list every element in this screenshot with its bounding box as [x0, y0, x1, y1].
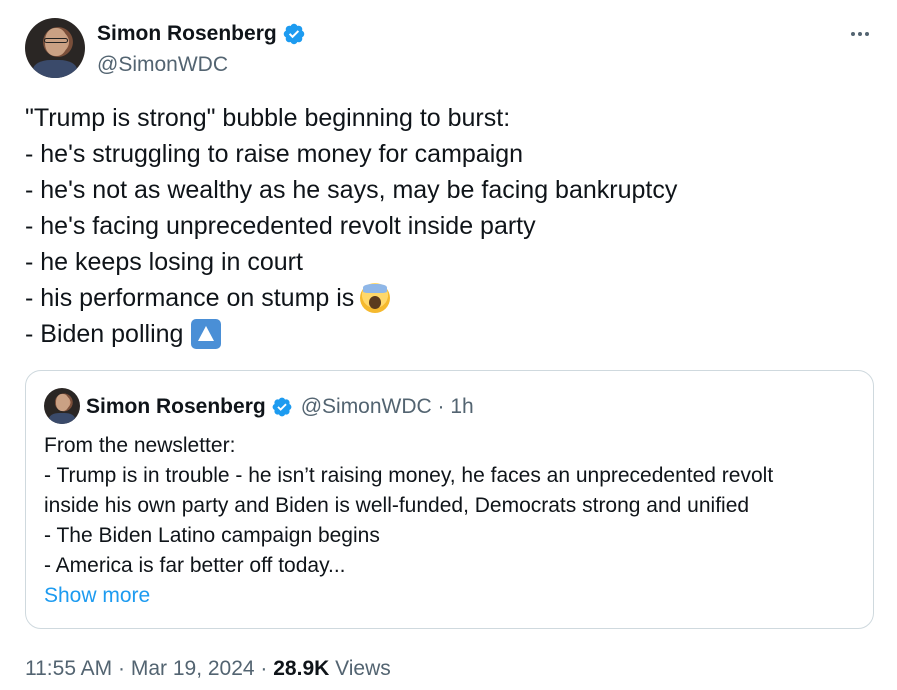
- quoted-tweet-line: inside his own party and Biden is well-f…: [44, 494, 750, 517]
- quoted-author-avatar[interactable]: [44, 388, 80, 424]
- timestamp-link[interactable]: 11:55 AM · Mar 19, 2024: [25, 657, 255, 680]
- quoted-tweet-header: Simon Rosenberg @SimonWDC · 1h: [86, 393, 474, 421]
- author-avatar[interactable]: [25, 18, 85, 78]
- views-count[interactable]: 28.9K: [273, 657, 329, 680]
- tweet-metadata: 11:55 AM · Mar 19, 2024 · 28.9K Views: [25, 655, 391, 683]
- tweet-line: "Trump is strong" bubble beginning to bu…: [25, 104, 511, 132]
- quoted-tweet-line: - America is far better off today...: [44, 554, 346, 577]
- tweet-line-stump: - his performance on stump is: [25, 280, 875, 316]
- quoted-tweet-line: - Trump is in trouble - he isn’t raising…: [44, 464, 774, 487]
- quoted-tweet-line: From the newsletter:: [44, 434, 236, 457]
- tweet-line-text: - Biden polling: [25, 320, 184, 348]
- verified-badge-icon: [283, 23, 304, 45]
- tweet-line: - he's facing unprecedented revolt insid…: [25, 212, 536, 240]
- quoted-tweet-text: From the newsletter: - Trump is in troub…: [44, 431, 864, 611]
- tweet-line-text: - his performance on stump is: [25, 284, 355, 312]
- tweet-line: - he keeps losing in court: [25, 248, 303, 276]
- quoted-author-name[interactable]: Simon Rosenberg: [86, 393, 266, 421]
- quoted-tweet-line: - The Biden Latino campaign begins: [44, 524, 380, 547]
- tweet-text: "Trump is strong" bubble beginning to bu…: [25, 100, 875, 352]
- quoted-author-handle[interactable]: @SimonWDC · 1h: [301, 393, 474, 421]
- views-label: Views: [329, 657, 391, 680]
- verified-badge-icon: [272, 397, 292, 417]
- tweet-line: - he's not as wealthy as he says, may be…: [25, 176, 678, 204]
- up-arrow-emoji-icon: [191, 319, 222, 349]
- show-more-link[interactable]: Show more: [44, 581, 864, 611]
- author-handle[interactable]: @SimonWDC: [97, 51, 228, 79]
- screaming-face-emoji-icon: [360, 283, 391, 313]
- tweet: Simon Rosenberg @SimonWDC "Trump is stro…: [0, 0, 897, 690]
- tweet-line-polling: - Biden polling: [25, 316, 875, 352]
- tweet-line: - he's struggling to raise money for cam…: [25, 140, 524, 168]
- more-options-icon[interactable]: [846, 22, 874, 46]
- author-name-text[interactable]: Simon Rosenberg: [97, 20, 277, 48]
- quoted-tweet[interactable]: Simon Rosenberg @SimonWDC · 1h From the …: [25, 370, 874, 629]
- author-name[interactable]: Simon Rosenberg: [97, 20, 306, 48]
- meta-separator: ·: [254, 657, 274, 680]
